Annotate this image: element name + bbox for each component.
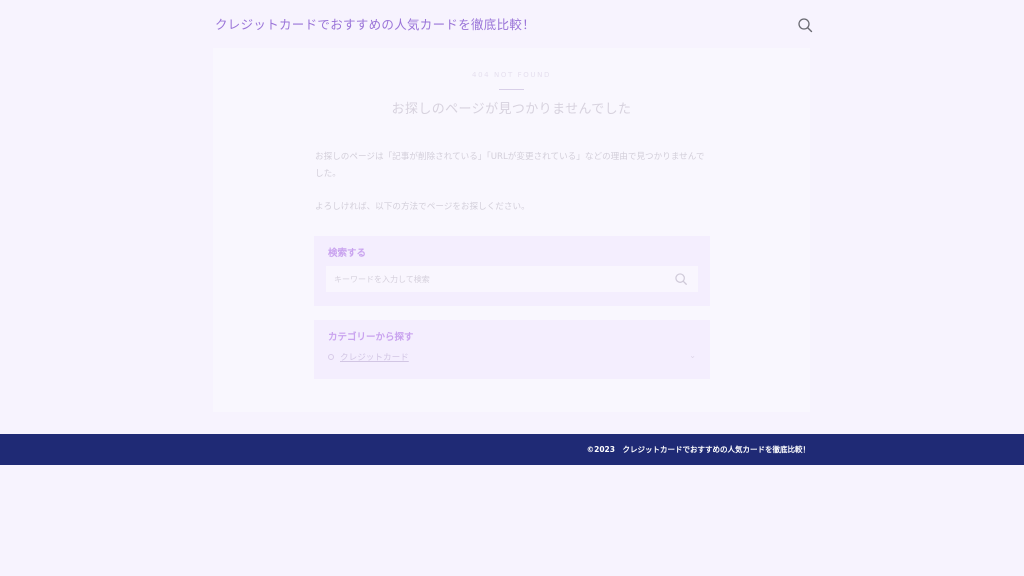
search-input[interactable] xyxy=(326,266,674,292)
explanation-text: お探しのページは「記事が削除されている」「URLが変更されている」などの理由で見… xyxy=(315,152,705,179)
category-widget: カテゴリーから探す クレジットカード ⌄ xyxy=(314,320,710,379)
search-form xyxy=(326,266,698,292)
category-link[interactable]: クレジットカード xyxy=(340,351,409,363)
site-footer: ©2023 クレジットカードでおすすめの人気カードを徹底比較！ xyxy=(0,434,1024,465)
search-icon[interactable] xyxy=(674,272,688,286)
chevron-down-icon[interactable]: ⌄ xyxy=(689,351,696,360)
suggestion-text: よろしければ、以下の方法でページをお探しください。 xyxy=(315,202,530,212)
site-header: クレジットカードでおすすめの人気カードを徹底比較！ xyxy=(0,0,1024,48)
title-divider xyxy=(499,89,524,90)
eyebrow-label: 404 NOT FOUND xyxy=(472,71,551,79)
search-widget-title: 検索する xyxy=(328,248,367,259)
page-title: お探しのページが見つかりませんでした xyxy=(391,102,632,117)
search-icon[interactable] xyxy=(797,17,813,33)
search-widget: 検索する xyxy=(314,236,710,306)
not-found-card: 404 NOT FOUND お探しのページが見つかりませんでした お探しのページ… xyxy=(213,48,810,412)
copyright-text: ©2023 クレジットカードでおすすめの人気カードを徹底比較！ xyxy=(586,445,810,454)
category-widget-title: カテゴリーから探す xyxy=(328,332,414,343)
bullet-icon xyxy=(328,354,334,360)
site-title[interactable]: クレジットカードでおすすめの人気カードを徹底比較！ xyxy=(215,14,535,33)
category-item[interactable]: クレジットカード ⌄ xyxy=(328,351,696,365)
